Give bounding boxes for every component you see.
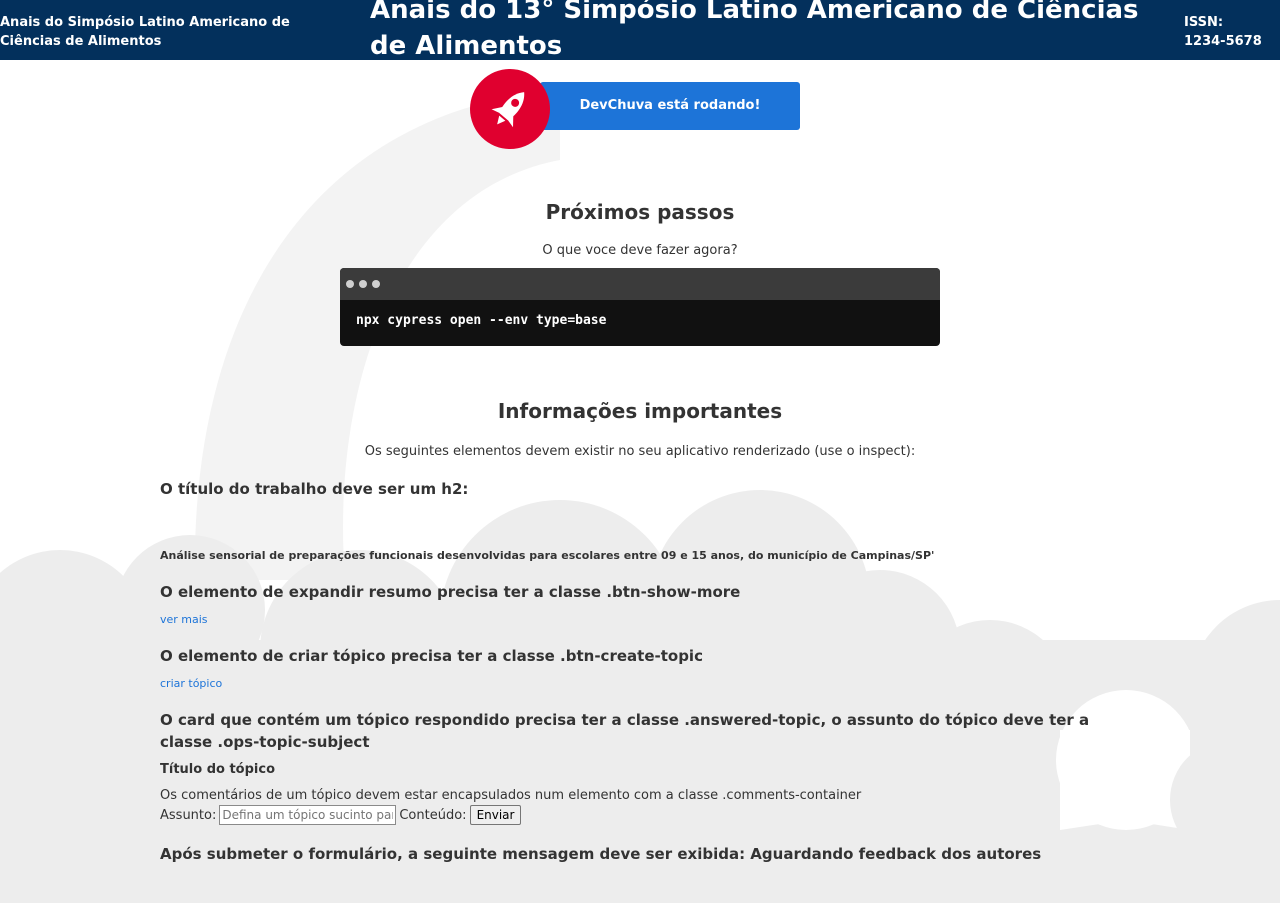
info-subtitle: Os seguintes elementos devem existir no …	[364, 444, 916, 459]
terminal-command: npx cypress open --env type=base	[356, 313, 607, 328]
status-banner-text: DevChuva está rodando!	[579, 98, 761, 113]
next-steps-title: Próximos passos	[545, 200, 735, 224]
show-more-requirement-heading: O elemento de expandir resumo precisa te…	[160, 583, 741, 601]
window-dot-icon	[359, 280, 367, 288]
terminal-titlebar	[340, 268, 940, 300]
next-steps-subtitle: O que voce deve fazer agora?	[542, 243, 738, 258]
comments-container-text: Os comentários de um tópico devem estar …	[160, 788, 862, 803]
page-title: Anais do 13° Simpósio Latino Americano d…	[370, 0, 1139, 61]
topic-subject: Título do tópico	[160, 762, 276, 777]
feedback-message-heading: Após submeter o formulário, a seguinte m…	[160, 845, 1042, 863]
create-topic-link[interactable]: criar tópico	[160, 677, 222, 690]
info-title: Informações importantes	[497, 399, 783, 423]
create-topic-requirement-heading: O elemento de criar tópico precisa ter a…	[160, 647, 703, 665]
terminal-window: npx cypress open --env type=base	[340, 268, 940, 346]
answered-topic-requirement-heading: O card que contém um tópico respondido p…	[160, 711, 1090, 751]
topic-form: Assunto: Conteúdo: Enviar	[160, 805, 522, 825]
subject-input[interactable]	[219, 805, 397, 825]
status-banner: DevChuva está rodando!	[540, 82, 800, 130]
rocket-icon	[470, 69, 550, 149]
window-dot-icon	[372, 280, 380, 288]
content-label: Conteúdo:	[399, 807, 467, 823]
header-issn: ISSN: 1234-5678	[1184, 15, 1262, 49]
window-dot-icon	[346, 280, 354, 288]
paper-title: Análise sensorial de preparações funcion…	[160, 549, 935, 562]
h2-requirement-heading: O título do trabalho deve ser um h2:	[160, 480, 469, 498]
header-site-name: Anais do Simpósio Latino Americano de Ci…	[0, 15, 290, 49]
show-more-link[interactable]: ver mais	[160, 613, 208, 626]
subject-label: Assunto:	[160, 807, 217, 823]
submit-button[interactable]: Enviar	[469, 805, 522, 825]
